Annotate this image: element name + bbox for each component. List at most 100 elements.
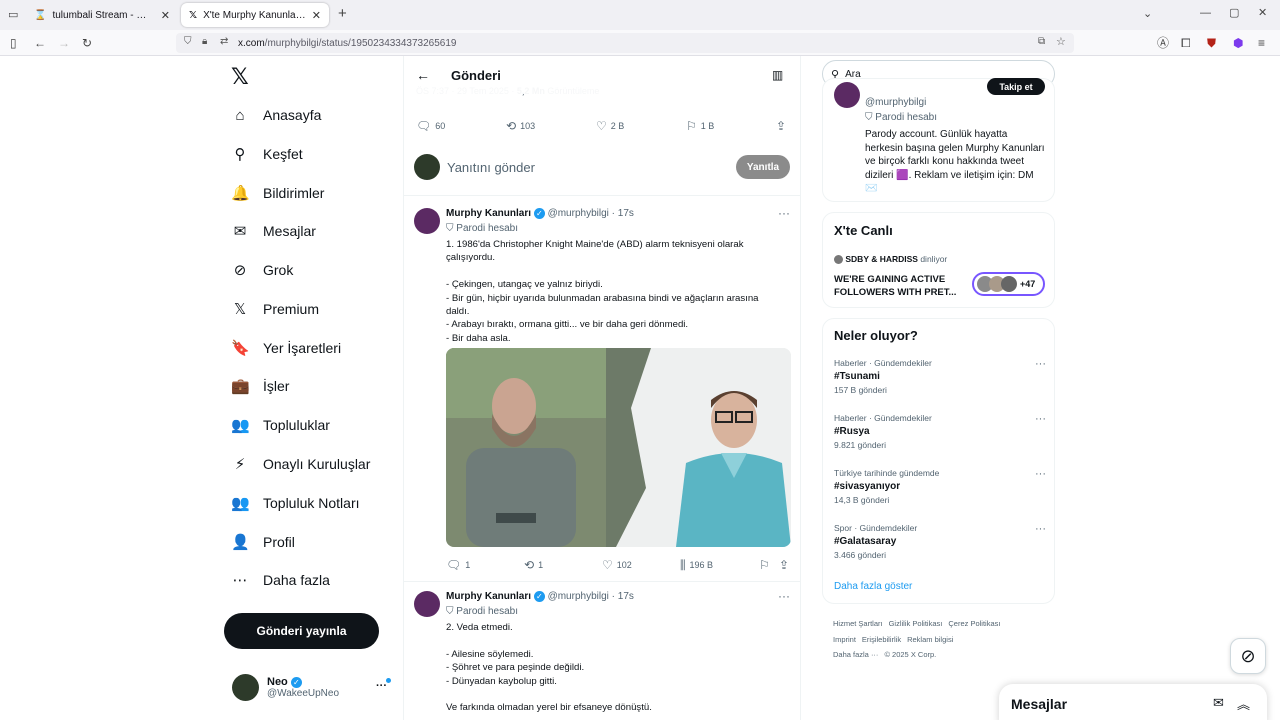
address-bar[interactable]: ⛉ 🔒︎ ⇄ x.com/murphybilgi/status/19502343… — [176, 33, 1074, 53]
expand-chevrons-icon[interactable]: ︽ — [1237, 694, 1250, 713]
tweet[interactable]: Murphy Kanunları ✓ @murphybilgi · 17s ··… — [404, 585, 800, 720]
sidebar-item-daha-fazla[interactable]: ⋯ Daha fazla — [231, 563, 330, 597]
sidebar-item-topluluk-notları[interactable]: 👥 Topluluk Notları — [231, 486, 360, 520]
trend-item[interactable]: Spor · Gündemdekiler #Galatasaray 3.466 gö… — [834, 523, 1046, 560]
grok-button[interactable]: ⊘ — [1230, 638, 1266, 674]
author-name[interactable]: Murphy Kanunları — [446, 208, 531, 219]
extensions-icon[interactable]: ⧠ — [1181, 36, 1191, 50]
tab-list-icon[interactable]: ▭ — [8, 8, 18, 21]
proton-extension-icon[interactable]: ⬢ — [1233, 36, 1243, 50]
account-more-icon[interactable]: ··· — [376, 680, 387, 692]
author-handle[interactable]: @murphybilgi — [548, 208, 609, 219]
post-button[interactable]: Gönderi yayınla — [224, 613, 379, 649]
follow-button[interactable]: Takip et — [987, 78, 1045, 95]
sidebar-item-premium[interactable]: 𝕏 Premium — [231, 292, 319, 326]
account-switcher[interactable]: Neo ✓ @WakeeUpNeo ··· — [232, 674, 391, 701]
account-icon[interactable]: Ⓐ — [1157, 36, 1169, 50]
i-şler-icon: 💼 — [231, 378, 250, 395]
trend-item[interactable]: Haberler · Gündemdekiler #Tsunami 157 B gö… — [834, 358, 1046, 395]
tab-close-icon[interactable]: ✕ — [312, 9, 321, 22]
show-more-link[interactable]: Daha fazla göster — [834, 581, 912, 592]
sidebar-item-topluluklar[interactable]: 👥 Topluluklar — [231, 408, 330, 442]
browser-tab-x[interactable]: 𝕏 X'te Murphy Kanunları: "20 yaşı ✕ — [181, 3, 329, 27]
bookmark-button[interactable]: ⚐ — [759, 558, 770, 572]
reply-input[interactable]: Yanıtını gönder — [447, 160, 535, 175]
repost-button[interactable]: ⟲ 1 — [524, 558, 543, 572]
reload-icon[interactable]: ↻ — [82, 36, 92, 50]
avatar[interactable] — [834, 82, 860, 108]
tweet-time[interactable]: · 17s — [612, 591, 634, 602]
sidebar-item-keşfet[interactable]: ⚲ Keşfet — [231, 137, 303, 171]
picture-in-picture-icon[interactable]: ⧉ — [1038, 36, 1045, 47]
share-button[interactable]: ⇪ — [776, 119, 786, 133]
sidebar-item-grok[interactable]: ⊘ Grok — [231, 253, 294, 287]
sidebar-item-yer-i-şaretleri[interactable]: 🔖 Yer İşaretleri — [231, 331, 341, 365]
sidebar-item-profil[interactable]: 👤 Profil — [231, 525, 295, 559]
more-icon[interactable]: ··· — [1035, 358, 1046, 370]
share-button[interactable]: ⇪ — [779, 558, 789, 572]
footer-link[interactable]: Daha fazla ··· — [833, 650, 878, 659]
sidebar-item-bildirimler[interactable]: 🔔 Bildirimler — [231, 176, 324, 210]
avatar[interactable] — [414, 208, 440, 234]
browser-tab-stream[interactable]: ⌛ tulumbali Stream - Watch Live o ✕ — [26, 3, 178, 27]
like-button[interactable]: ♡ 102 — [602, 558, 632, 572]
lock-icon[interactable]: 🔒︎ — [202, 36, 207, 47]
tweet-image[interactable] — [446, 348, 791, 547]
tab-close-icon[interactable]: ✕ — [161, 9, 170, 22]
ublock-extension-icon[interactable]: ⛊ — [1207, 36, 1216, 50]
reader-mode-icon[interactable]: ▥ — [772, 68, 783, 82]
footer-link[interactable]: Reklam bilgisi — [907, 635, 953, 644]
tweet-time[interactable]: · 17s — [612, 208, 634, 219]
menu-icon[interactable]: ≡ — [1258, 36, 1265, 50]
trend-item[interactable]: Haberler · Gündemdekiler #Rusya 9.821 gönd… — [834, 413, 1046, 450]
profile-handle[interactable]: @murphybilgi — [865, 97, 926, 108]
space-title[interactable]: WE'RE GAINING ACTIVE FOLLOWERS WITH PRET… — [834, 273, 964, 299]
views-button[interactable]: ⫼ 196 B — [680, 558, 713, 573]
more-icon[interactable]: ··· — [1035, 468, 1046, 480]
reply-button[interactable]: 🗨︎ 1 — [446, 558, 470, 572]
footer-link[interactable]: Gizlilik Politikası — [889, 619, 943, 628]
x-logo-icon[interactable]: 𝕏 — [231, 64, 249, 90]
sidebar-item-mesajlar[interactable]: ✉ Mesajlar — [231, 214, 316, 248]
permissions-icon[interactable]: ⇄ — [220, 36, 228, 47]
more-icon[interactable]: ··· — [1035, 413, 1046, 425]
footer-link[interactable]: Erişilebilirlik — [862, 635, 901, 644]
reply-button[interactable]: 🗨︎ 60 — [416, 119, 445, 133]
user-name: Neo — [267, 676, 288, 688]
like-button[interactable]: ♡ 2 B — [596, 119, 624, 133]
author-handle[interactable]: @murphybilgi — [548, 591, 609, 602]
more-icon[interactable]: ··· — [1035, 523, 1046, 535]
share-icon: ⇪ — [779, 558, 790, 572]
tweet[interactable]: Murphy Kanunları ✓ @murphybilgi · 17s ··… — [404, 202, 800, 582]
space-listeners[interactable]: +47 — [972, 272, 1045, 296]
bookmark-star-icon[interactable]: ☆ — [1056, 35, 1066, 48]
bookmark-button[interactable]: ⚐ 1 B — [686, 119, 714, 133]
footer-link[interactable]: Imprint — [833, 635, 856, 644]
tab-overflow-chevron-icon[interactable]: ⌄ — [1143, 7, 1152, 20]
sidebar-item-onaylı-kuruluşlar[interactable]: ⚡ Onaylı Kuruluşlar — [231, 447, 371, 481]
space-host[interactable]: SDBY & HARDISS dinliyor — [834, 254, 947, 265]
messages-drawer[interactable]: Mesajlar ✉ ︽ — [999, 684, 1267, 720]
sidebar-item-anasayfa[interactable]: ⌂ Anasayfa — [231, 98, 321, 132]
shield-icon[interactable]: ⛉ — [184, 36, 192, 47]
footer-link[interactable]: Çerez Politikası — [948, 619, 1000, 628]
new-tab-button[interactable]: + — [338, 5, 347, 22]
trend-item[interactable]: Türkiye tarihinde gündemde #sivasyanıyor 1… — [834, 468, 1046, 505]
maximize-window-button[interactable]: ▢ — [1229, 6, 1239, 19]
page-title: Gönderi — [451, 67, 501, 83]
more-icon[interactable]: ··· — [778, 589, 790, 603]
footer-link[interactable]: Hizmet Şartları — [833, 619, 883, 628]
forward-arrow-icon[interactable]: → — [58, 36, 70, 50]
sidebar-toggle-icon[interactable]: ▯ — [10, 36, 17, 50]
avatar[interactable] — [414, 591, 440, 617]
compose-message-icon[interactable]: ✉ — [1213, 695, 1224, 711]
reply-submit-button[interactable]: Yanıtla — [736, 155, 790, 179]
close-window-button[interactable]: ✕ — [1258, 6, 1267, 19]
sidebar-item-i-şler[interactable]: 💼 İşler — [231, 369, 289, 403]
minimize-window-button[interactable]: — — [1200, 7, 1211, 19]
more-icon[interactable]: ··· — [778, 206, 790, 220]
back-arrow-icon[interactable]: ← — [416, 67, 430, 83]
repost-button[interactable]: ⟲ 103 — [506, 119, 535, 133]
author-name[interactable]: Murphy Kanunları — [446, 591, 531, 602]
back-arrow-icon[interactable]: ← — [34, 36, 46, 50]
